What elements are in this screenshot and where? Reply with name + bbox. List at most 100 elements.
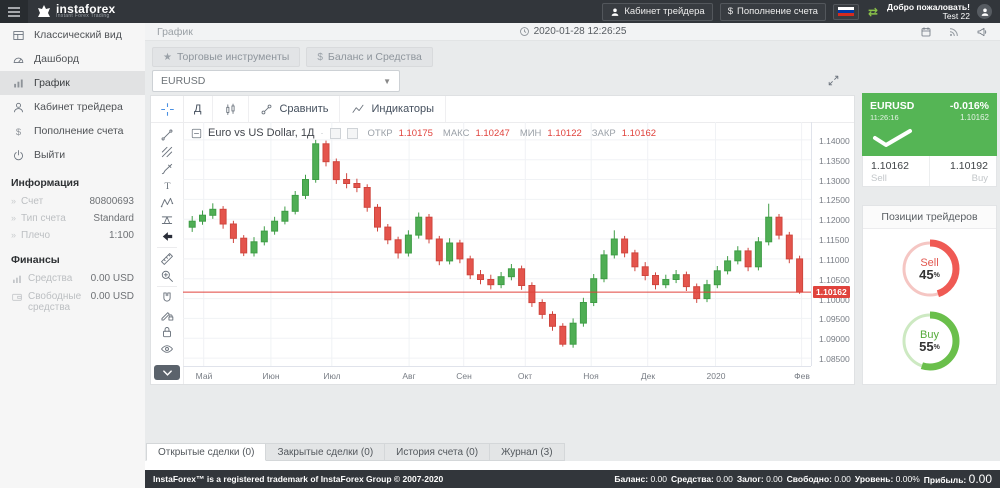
minus-square-icon[interactable] <box>191 128 202 139</box>
dollar-icon: $ <box>317 52 323 63</box>
info-value: 1:100 <box>109 230 134 241</box>
open-value: 1.10175 <box>399 128 433 139</box>
sidebar-info-row: »Счет 80800693 <box>0 193 145 210</box>
magnet-icon <box>160 291 174 305</box>
price-tick: 1.12000 <box>819 215 850 225</box>
drawing-lock-icon <box>160 308 174 322</box>
page-title: График <box>157 26 193 38</box>
rss-icon[interactable] <box>948 26 960 38</box>
tool-fib-gann-icon[interactable] <box>151 143 183 160</box>
chart-style-button[interactable] <box>213 96 249 122</box>
trader-cabinet-button[interactable]: Кабинет трейдера <box>602 3 712 21</box>
server-datetime: 2020-01-28 12:26:25 <box>145 26 1000 37</box>
quote-change: -0.016% <box>950 100 989 112</box>
tool-brush-icon[interactable] <box>151 160 183 177</box>
main-area: График 2020-01-28 12:26:25 ★ Торговые ин… <box>145 23 1000 488</box>
price-axis[interactable]: 1.140001.135001.130001.125001.120001.115… <box>811 122 857 366</box>
tab-журнал-3-[interactable]: Журнал (3) <box>490 443 565 461</box>
price-tick: 1.11000 <box>819 255 849 265</box>
time-tick: Май <box>196 371 213 381</box>
sell-gauge: Sell 45% <box>898 237 962 301</box>
sell-label: Sell <box>871 173 921 184</box>
sidebar-info-row: »Тип счета Standard <box>0 210 145 227</box>
tool-ruler-icon[interactable] <box>151 250 183 267</box>
buy-button[interactable]: 1.10192 Buy <box>929 156 996 186</box>
checkmark-icon <box>872 128 914 148</box>
trading-instruments-label: Торговые инструменты <box>177 51 289 63</box>
tool-text-icon[interactable]: T <box>151 177 183 194</box>
account-summary: Баланс: 0.00 Средства: 0.00 Залог: 0.00 … <box>614 472 992 486</box>
indicators-button[interactable]: Индикаторы <box>340 96 446 122</box>
user-avatar[interactable] <box>977 4 992 19</box>
info-value: Standard <box>93 213 134 224</box>
sidebar-item-кабинет-трейдера[interactable]: Кабинет трейдера <box>0 95 145 119</box>
legend-settings-icon[interactable] <box>347 128 358 139</box>
language-selector[interactable] <box>833 4 859 20</box>
info-value: 80800693 <box>90 196 135 207</box>
drawing-tools-sidebar: T <box>151 96 184 384</box>
deposit-button[interactable]: $ Пополнение счета <box>720 3 826 21</box>
fullscreen-button[interactable] <box>823 70 843 90</box>
time-tick: Сен <box>456 371 472 381</box>
expand-icon <box>827 74 840 87</box>
tool-forecast-icon[interactable] <box>151 211 183 228</box>
tool-drawing-lock-icon[interactable] <box>151 306 183 323</box>
sidebar: Классический видДашборд График Кабинет тре… <box>0 23 146 488</box>
footer-stat: Средства: 0.00 <box>671 474 733 484</box>
tab-история-счета-0-[interactable]: История счета (0) <box>385 443 490 461</box>
traders-positions-panel: Позиции трейдеров Sell 45% Buy 55% <box>862 205 997 385</box>
tab-открытые-сделки-0-[interactable]: Открытые сделки (0) <box>146 443 266 461</box>
tool-pattern-icon[interactable] <box>151 194 183 211</box>
close-label: ЗАКР <box>592 128 616 139</box>
collapse-tools-button[interactable] <box>154 365 180 380</box>
price-tick: 1.13500 <box>819 156 850 166</box>
sidebar-item-выйти[interactable]: Выйти <box>0 143 145 167</box>
balance-funds-button[interactable]: $ Баланс и Средства <box>306 47 433 67</box>
pattern-icon <box>160 196 174 210</box>
sidebar-item-label: График <box>34 77 70 89</box>
sidebar-item-пополнение-счета[interactable]: $Пополнение счета <box>0 119 145 143</box>
menu-toggle-button[interactable] <box>0 0 28 23</box>
chevrons-icon: » <box>11 213 16 223</box>
tool-cursor-arrow-icon[interactable] <box>151 228 183 245</box>
price-tick: 1.09000 <box>819 334 850 344</box>
time-tick: Дек <box>641 371 655 381</box>
instaforex-logo[interactable]: instaforex Instant Forex Trading <box>37 4 115 19</box>
low-label: МИН <box>520 128 542 139</box>
tool-crosshair-icon[interactable] <box>151 96 183 123</box>
symbol-select-value: EURUSD <box>161 75 205 87</box>
legend-settings-icon[interactable] <box>330 128 341 139</box>
megaphone-icon[interactable] <box>976 26 988 38</box>
tool-eye-icon[interactable] <box>151 340 183 357</box>
sell-button[interactable]: 1.10162 Sell <box>863 156 929 186</box>
tool-magnet-icon[interactable] <box>151 289 183 306</box>
hamburger-icon <box>8 7 20 17</box>
time-axis[interactable]: МайИюнИюлАвгСенОктНояДек2020Фев <box>183 366 811 386</box>
tool-lock-icon[interactable] <box>151 323 183 340</box>
chart-legend-title: Euro vs US Dollar, 1Д <box>208 127 315 139</box>
interval-button[interactable]: Д <box>183 96 213 122</box>
sidebar-item-дашборд[interactable]: Дашборд <box>0 47 145 71</box>
symbol-select[interactable]: EURUSD ▼ <box>152 70 400 92</box>
indicators-label: Индикаторы <box>371 103 434 115</box>
instaforex-logo-icon <box>37 5 51 18</box>
trading-instruments-button[interactable]: ★ Торговые инструменты <box>152 47 300 67</box>
sidebar-info-row: »Плечо 1:100 <box>0 227 145 244</box>
compare-button[interactable]: Сравнить <box>249 96 340 122</box>
tool-zoom-in-icon[interactable] <box>151 267 183 284</box>
chart-icon <box>11 77 25 90</box>
exchange-arrows-icon[interactable]: ⇄ <box>866 5 880 19</box>
wallet-icon <box>11 291 23 303</box>
tool-trendline-icon[interactable] <box>151 126 183 143</box>
tab-закрытые-сделки-0-[interactable]: Закрытые сделки (0) <box>266 443 385 461</box>
sidebar-item-классический-вид[interactable]: Классический вид <box>0 23 145 47</box>
chart-plot-area[interactable]: Euro vs US Dollar, 1Д · ОТКР 1.10175 МАК… <box>183 122 811 366</box>
sidebar-item-график[interactable]: График <box>0 71 145 95</box>
calendar-icon[interactable] <box>920 26 932 38</box>
trader-cabinet-label: Кабинет трейдера <box>624 6 704 17</box>
quote-card[interactable]: EURUSD -0.016% 11:26:16 1.10162 <box>862 93 997 156</box>
candlestick-chart <box>183 122 811 366</box>
username: Test 22 <box>887 12 970 21</box>
price-tick: 1.08500 <box>819 354 850 364</box>
buy-label: Buy <box>938 173 988 184</box>
